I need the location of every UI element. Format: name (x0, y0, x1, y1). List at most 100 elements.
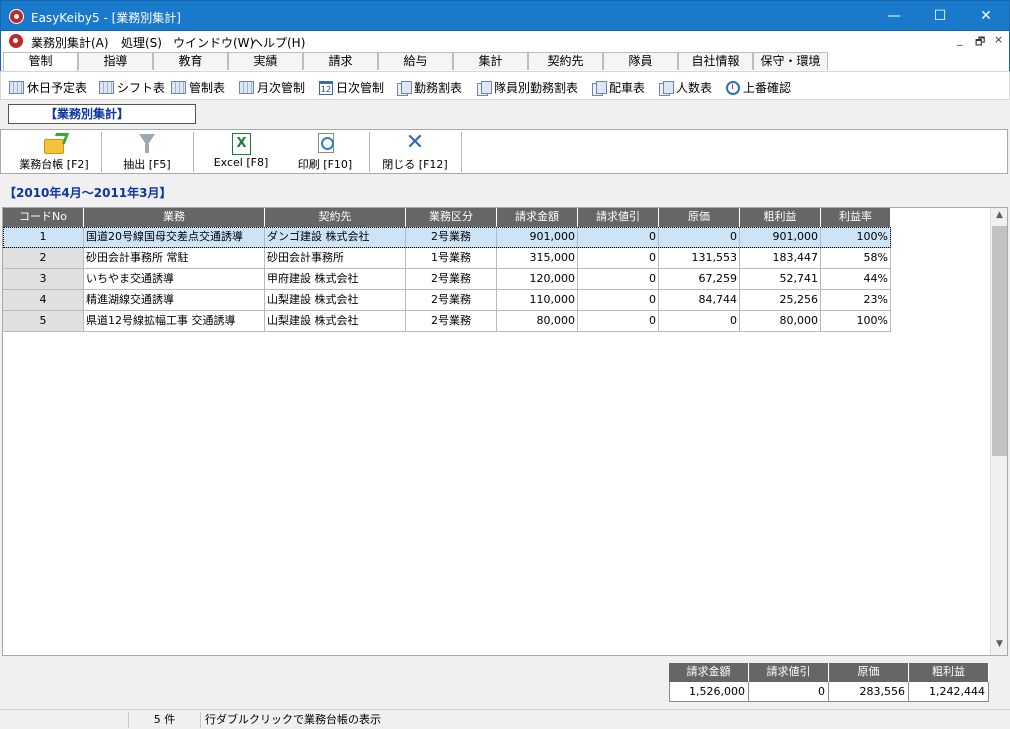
grid-icon (171, 81, 186, 94)
total-discount: 請求値引 0 (749, 663, 829, 702)
menu-help[interactable]: ヘルプ(H) (251, 34, 305, 51)
cell-category: 2号業務 (406, 290, 497, 311)
tab-guidance[interactable]: 指導 (78, 52, 153, 70)
total-billing-header: 請求金額 (669, 663, 749, 682)
filter-icon (135, 132, 159, 154)
total-billing-value: 1,526,000 (669, 682, 749, 702)
document-menu-icon[interactable] (9, 34, 23, 48)
cell-client: 山梨建設 株式会社 (265, 311, 406, 332)
tab-billing[interactable]: 請求 (303, 52, 378, 70)
scroll-thumb[interactable] (992, 226, 1007, 456)
shift-table-label: シフト表 (117, 81, 166, 95)
totals-panel: 請求金額 1,526,000 請求値引 0 原価 283,556 粗利益 1,2… (669, 663, 989, 702)
maximize-button[interactable]: ☐ (917, 1, 963, 31)
cell-code: 2 (3, 248, 84, 269)
header-gross-profit[interactable]: 粗利益 (740, 208, 821, 227)
minimize-button[interactable]: — (871, 1, 917, 31)
shift-table-button[interactable]: シフト表 (99, 79, 165, 96)
toolbar-separator (369, 132, 370, 172)
menu-window[interactable]: ウインドウ(W) (173, 34, 254, 51)
mdi-restore-button[interactable]: 🗗 (975, 33, 985, 52)
monthly-control-button[interactable]: 月次管制 (239, 79, 305, 96)
shift-start-check-label: 上番確認 (743, 81, 792, 95)
vehicle-dispatch-label: 配車表 (609, 81, 646, 95)
scroll-down-arrow-icon[interactable]: ▼ (991, 639, 1008, 653)
header-margin[interactable]: 利益率 (821, 208, 891, 227)
cell-cost: 0 (659, 227, 740, 248)
tab-payroll[interactable]: 給与 (378, 52, 453, 70)
extract-button[interactable]: 抽出 [F5] (107, 132, 187, 172)
cell-margin: 44% (821, 269, 891, 290)
tab-results[interactable]: 実績 (228, 52, 303, 70)
table-row[interactable]: 2 砂田会計事務所 常駐 砂田会計事務所 1号業務 315,000 0 131,… (3, 248, 891, 269)
ledger-button[interactable]: 業務台帳 [F2] (11, 132, 97, 172)
mdi-minimize-button[interactable]: _ (957, 33, 963, 46)
calendar-icon: 12 (319, 80, 333, 95)
table-row[interactable]: 5 県道12号線拡幅工事 交通誘導 山梨建設 株式会社 2号業務 80,000 … (3, 311, 891, 332)
control-table-button[interactable]: 管制表 (171, 79, 225, 96)
cell-client: ダンゴ建設 株式会社 (265, 227, 406, 248)
table-row[interactable]: 1 国道20号線国母交差点交通誘導 ダンゴ建設 株式会社 2号業務 901,00… (3, 227, 891, 248)
folder-icon (42, 132, 66, 154)
cell-discount: 0 (578, 227, 659, 248)
header-code[interactable]: コードNo (3, 208, 84, 227)
headcount-button[interactable]: 人数表 (659, 79, 712, 96)
total-discount-header: 請求値引 (749, 663, 829, 682)
header-discount[interactable]: 請求値引 (578, 208, 659, 227)
close-window-button[interactable]: ✕ (963, 1, 1009, 31)
action-toolbar: 業務台帳 [F2] 抽出 [F5] Excel [F8] 印刷 [F10] 閉じ… (0, 129, 1008, 174)
tab-control[interactable]: 管制 (3, 52, 78, 71)
table-row[interactable]: 3 いちやま交通誘導 甲府建設 株式会社 2号業務 120,000 0 67,2… (3, 269, 891, 290)
table-row[interactable]: 4 精進湖線交通誘導 山梨建設 株式会社 2号業務 110,000 0 84,7… (3, 290, 891, 311)
duty-roster-button[interactable]: 勤務割表 (397, 79, 462, 96)
cell-code: 4 (3, 290, 84, 311)
cell-margin: 23% (821, 290, 891, 311)
status-empty-panel (14, 712, 128, 728)
tab-staff[interactable]: 隊員 (603, 52, 678, 70)
header-job[interactable]: 業務 (84, 208, 265, 227)
tab-aggregate[interactable]: 集計 (453, 52, 528, 70)
menu-aggregate[interactable]: 業務別集計(A) (31, 34, 109, 51)
cell-cost: 67,259 (659, 269, 740, 290)
cell-category: 2号業務 (406, 269, 497, 290)
clock-icon (726, 80, 740, 95)
cell-job: 精進湖線交通誘導 (84, 290, 265, 311)
summary-grid[interactable]: コードNo 業務 契約先 業務区分 請求金額 請求値引 原価 粗利益 利益率 1… (2, 207, 1008, 656)
status-bar: 5 件 行ダブルクリックで業務台帳の表示 (0, 709, 1010, 729)
toolbar-separator (461, 132, 462, 172)
vertical-scrollbar[interactable]: ▲ ▼ (990, 208, 1007, 655)
total-gross-profit: 粗利益 1,242,444 (909, 663, 989, 702)
header-cost[interactable]: 原価 (659, 208, 740, 227)
excel-label: Excel [F8] (213, 156, 269, 169)
grid-header: コードNo 業務 契約先 業務区分 請求金額 請求値引 原価 粗利益 利益率 (3, 208, 891, 227)
shift-start-check-button[interactable]: 上番確認 (726, 79, 791, 96)
header-category[interactable]: 業務区分 (406, 208, 497, 227)
header-client[interactable]: 契約先 (265, 208, 406, 227)
menu-process[interactable]: 処理(S) (121, 34, 162, 51)
menu-bar: 業務別集計(A) 処理(S) ウインドウ(W) ヘルプ(H) _ 🗗 × (0, 31, 1010, 51)
scroll-up-arrow-icon[interactable]: ▲ (991, 210, 1008, 224)
header-billing[interactable]: 請求金額 (497, 208, 578, 227)
title-bar: EasyKeiby5 - [業務別集計] — ☐ ✕ (0, 0, 1010, 31)
tab-maintenance[interactable]: 保守・環境 (753, 52, 828, 70)
extract-label: 抽出 [F5] (123, 158, 171, 171)
holiday-schedule-button[interactable]: 休日予定表 (9, 79, 87, 96)
cell-gross-profit: 80,000 (740, 311, 821, 332)
cell-margin: 100% (821, 227, 891, 248)
mdi-close-button[interactable]: × (994, 33, 1003, 46)
close-form-button[interactable]: 閉じる [F12] (375, 131, 455, 172)
daily-control-button[interactable]: 12 日次管制 (319, 79, 384, 96)
tab-education[interactable]: 教育 (153, 52, 228, 70)
excel-button[interactable]: Excel [F8] (201, 132, 281, 172)
print-label: 印刷 [F10] (297, 158, 353, 171)
staff-duty-roster-button[interactable]: 隊員別勤務割表 (477, 79, 578, 96)
total-discount-value: 0 (749, 682, 829, 702)
close-label: 閉じる [F12] (382, 158, 448, 171)
print-button[interactable]: 印刷 [F10] (285, 132, 365, 172)
vehicle-dispatch-button[interactable]: 配車表 (592, 79, 645, 96)
total-cost-value: 283,556 (829, 682, 909, 702)
tab-company-info[interactable]: 自社情報 (678, 52, 753, 70)
tab-clients[interactable]: 契約先 (528, 52, 603, 70)
ledger-label: 業務台帳 [F2] (19, 158, 89, 171)
category-tabs: 管制 指導 教育 実績 請求 給与 集計 契約先 隊員 自社情報 保守・環境 (0, 51, 1010, 71)
